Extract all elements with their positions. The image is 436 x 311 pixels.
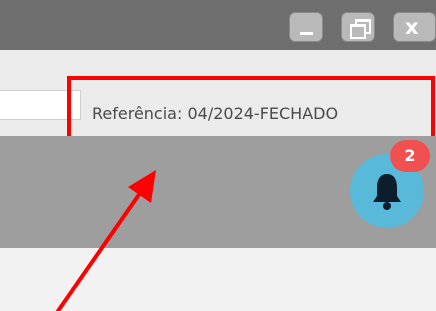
annotation-arrow [56, 170, 156, 311]
